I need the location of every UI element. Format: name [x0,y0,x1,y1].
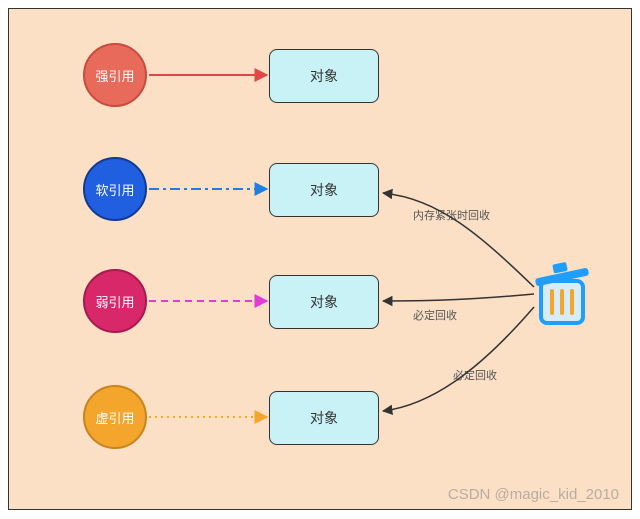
node-strong-ref: 强引用 [83,43,147,107]
trash-icon [535,262,589,323]
node-label: 弱引用 [95,292,134,311]
edge-label-gc-weak: 必定回收 [413,307,457,323]
edge-gc-weak [383,294,534,301]
edge-label-gc-phantom: 必定回收 [453,367,497,383]
diagram-frame: 强引用 软引用 弱引用 虚引用 对象 对象 对象 对象 内存紧张时回收 必定回收… [8,8,632,510]
node-label: 虚引用 [95,408,134,427]
edge-label-gc-soft: 内存紧张时回收 [413,207,490,223]
node-object-weak: 对象 [269,275,379,329]
node-soft-ref: 软引用 [83,157,147,221]
node-label: 对象 [310,66,338,86]
node-label: 对象 [310,408,338,428]
node-label: 对象 [310,292,338,312]
node-object-strong: 对象 [269,49,379,103]
edge-gc-phantom [383,307,534,411]
node-label: 软引用 [95,180,134,199]
node-weak-ref: 弱引用 [83,269,147,333]
node-label: 强引用 [95,66,134,85]
node-label: 对象 [310,180,338,200]
node-object-phantom: 对象 [269,391,379,445]
node-phantom-ref: 虚引用 [83,385,147,449]
node-object-soft: 对象 [269,163,379,217]
watermark: CSDN @magic_kid_2010 [448,486,619,503]
